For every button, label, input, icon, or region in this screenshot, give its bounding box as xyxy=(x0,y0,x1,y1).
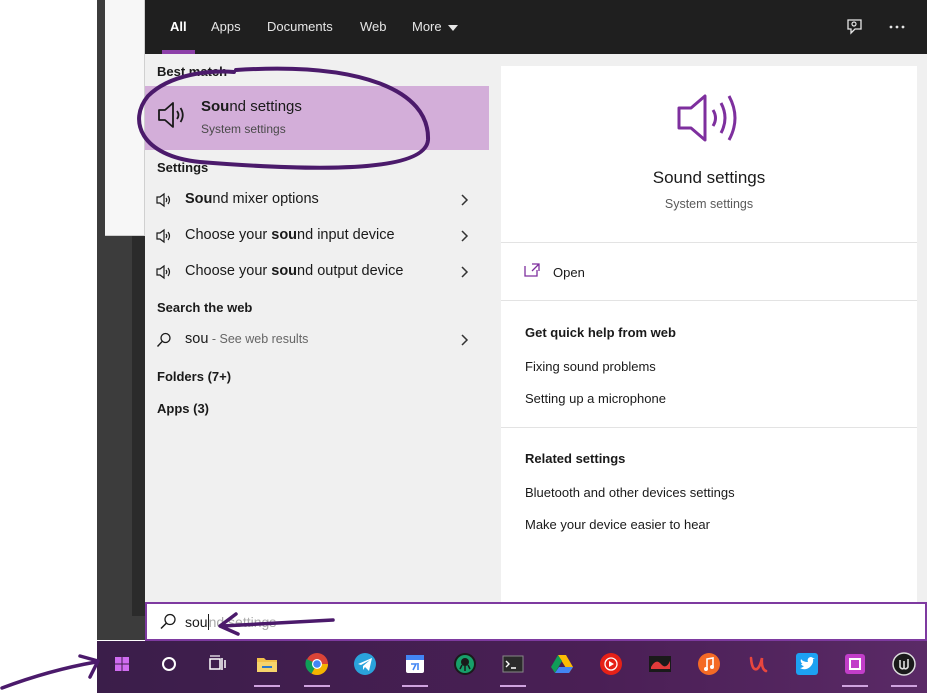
file-explorer-icon[interactable] xyxy=(252,649,282,687)
settings-item-label: Choose your sound input device xyxy=(185,227,395,243)
search-panel: All Apps Documents Web More Best match S… xyxy=(145,0,927,641)
search-autocomplete-ghost: nd settings xyxy=(208,614,277,630)
tab-apps[interactable]: Apps xyxy=(211,0,241,54)
annotation-arrow-start xyxy=(0,660,98,690)
help-link-setting-microphone[interactable]: Setting up a microphone xyxy=(525,391,666,406)
u-app-icon[interactable] xyxy=(743,649,773,679)
label-pre: Choose your xyxy=(185,263,272,279)
annotation-arrowhead-start xyxy=(78,654,100,679)
search-web-heading: Search the web xyxy=(157,300,253,315)
tab-all[interactable]: All xyxy=(162,0,195,54)
speaker-icon xyxy=(677,94,737,142)
settings-item-sound-mixer[interactable]: Sound mixer options xyxy=(145,183,489,217)
label-bold: sou xyxy=(271,263,298,279)
related-link-bluetooth[interactable]: Bluetooth and other devices settings xyxy=(525,485,735,500)
windows-start-icon[interactable] xyxy=(107,649,137,679)
result-preview-pane: Sound settings System settings Open Get … xyxy=(501,66,917,602)
chevron-down-icon xyxy=(447,24,458,31)
twitter-icon[interactable] xyxy=(792,649,822,679)
open-icon xyxy=(524,263,540,277)
search-icon xyxy=(160,613,176,630)
calendar-icon[interactable] xyxy=(400,649,430,687)
chevron-right-icon xyxy=(461,194,469,206)
settings-item-input-device[interactable]: Choose your sound input device xyxy=(145,219,489,253)
quick-help-heading: Get quick help from web xyxy=(525,325,676,340)
speaker-icon xyxy=(158,102,184,128)
preview-title: Sound settings xyxy=(652,168,766,187)
search-input[interactable]: sound settings xyxy=(145,602,927,641)
settings-item-label: Choose your sound output device xyxy=(185,263,403,279)
folders-group[interactable]: Folders (7+) xyxy=(157,369,231,384)
search-text: sound settings xyxy=(185,614,276,630)
pink-app-icon[interactable] xyxy=(840,649,870,687)
tab-web[interactable]: Web xyxy=(360,0,387,54)
related-settings-heading: Related settings xyxy=(525,451,626,466)
preview-subtitle: System settings xyxy=(664,197,754,211)
divider xyxy=(501,242,917,243)
chevron-right-icon xyxy=(461,334,469,346)
terminal-icon[interactable] xyxy=(498,649,528,687)
label-post: nd output device xyxy=(297,263,404,279)
divider xyxy=(501,427,917,428)
telegram-icon[interactable] xyxy=(350,649,380,679)
best-match-sound-settings[interactable]: Sound settings System settings xyxy=(145,86,489,150)
settings-heading: Settings xyxy=(157,160,209,175)
best-match-heading: Best match xyxy=(157,64,228,79)
tab-documents[interactable]: Documents xyxy=(267,0,333,54)
more-options-icon[interactable] xyxy=(887,17,907,37)
tab-more[interactable]: More xyxy=(412,0,458,54)
search-icon xyxy=(156,332,171,347)
apps-group[interactable]: Apps (3) xyxy=(157,401,209,416)
gitkraken-icon[interactable] xyxy=(450,649,480,679)
speaker-icon xyxy=(156,228,171,244)
best-match-title-bold: Sou xyxy=(201,98,230,115)
results-list: Best match Sound settings System setting… xyxy=(145,54,489,602)
search-filter-bar: All Apps Documents Web More xyxy=(145,0,927,54)
task-view-icon[interactable] xyxy=(202,649,232,679)
search-typed-text: sou xyxy=(185,614,208,630)
cortana-icon[interactable] xyxy=(154,649,184,679)
label-post: nd mixer options xyxy=(212,191,319,207)
web-search-query: sou xyxy=(185,331,209,347)
help-link-fixing-sound[interactable]: Fixing sound problems xyxy=(525,359,656,374)
chevron-right-icon xyxy=(461,266,469,278)
label-post: nd input device xyxy=(297,227,395,243)
settings-item-label: Sound mixer options xyxy=(185,191,319,207)
chrome-icon[interactable] xyxy=(302,649,332,687)
web-search-hint: - See web results xyxy=(208,332,309,346)
background-window xyxy=(105,0,145,236)
open-label: Open xyxy=(553,265,585,280)
speaker-icon xyxy=(156,264,171,280)
label-bold: sou xyxy=(271,227,298,243)
best-match-subtitle: System settings xyxy=(201,122,286,136)
speaker-icon xyxy=(156,192,171,208)
feedback-icon[interactable] xyxy=(845,17,865,37)
background-window-edge xyxy=(132,236,145,616)
red-app-icon[interactable] xyxy=(645,649,675,679)
chevron-right-icon xyxy=(461,230,469,242)
settings-item-output-device[interactable]: Choose your sound output device xyxy=(145,255,489,289)
related-link-ease-of-hearing[interactable]: Make your device easier to hear xyxy=(525,517,710,532)
web-search-label: sou - See web results xyxy=(185,331,308,347)
divider xyxy=(501,300,917,301)
google-drive-icon[interactable] xyxy=(547,649,577,679)
label-bold: Sou xyxy=(185,191,213,207)
label-pre: Choose your xyxy=(185,227,272,243)
youtube-music-icon[interactable] xyxy=(596,649,626,679)
taskbar xyxy=(97,641,927,693)
music-icon[interactable] xyxy=(694,649,724,679)
best-match-title-rest: nd settings xyxy=(229,98,302,115)
best-match-title: Sound settings xyxy=(201,98,302,115)
unreal-engine-icon[interactable] xyxy=(889,649,919,687)
web-search-result[interactable]: sou - See web results xyxy=(145,323,489,357)
tab-more-label: More xyxy=(412,19,442,34)
